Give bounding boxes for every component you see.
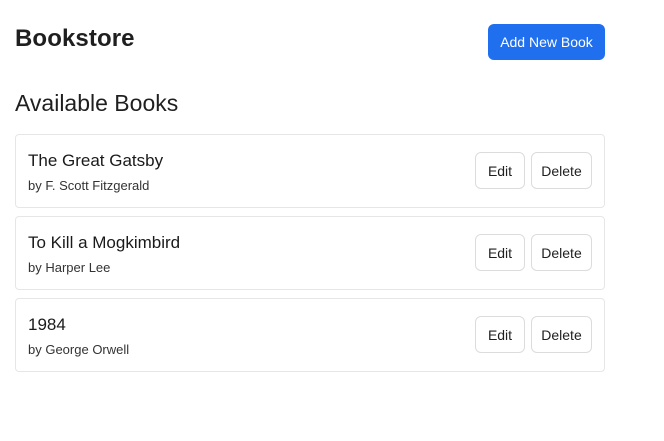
book-list: The Great Gatsby by F. Scott Fitzgerald …: [15, 134, 605, 380]
book-author: by Harper Lee: [28, 260, 111, 275]
book-author: by F. Scott Fitzgerald: [28, 178, 150, 193]
add-new-book-button[interactable]: Add New Book: [488, 24, 605, 60]
book-actions: Edit Delete: [475, 316, 592, 353]
bookstore-page: Bookstore Add New Book Available Books T…: [0, 0, 664, 441]
book-card: The Great Gatsby by F. Scott Fitzgerald …: [15, 134, 605, 208]
delete-button[interactable]: Delete: [531, 152, 592, 189]
book-title: 1984: [28, 315, 66, 334]
edit-button[interactable]: Edit: [475, 152, 525, 189]
book-card: To Kill a Mogkimbird by Harper Lee Edit …: [15, 216, 605, 290]
book-title: The Great Gatsby: [28, 151, 164, 170]
delete-button[interactable]: Delete: [531, 234, 592, 271]
book-actions: Edit Delete: [475, 234, 592, 271]
header: Bookstore Add New Book: [15, 22, 605, 60]
book-author: by George Orwell: [28, 342, 130, 357]
book-actions: Edit Delete: [475, 152, 592, 189]
edit-button[interactable]: Edit: [475, 316, 525, 353]
book-title: To Kill a Mogkimbird: [28, 233, 181, 252]
delete-button[interactable]: Delete: [531, 316, 592, 353]
edit-button[interactable]: Edit: [475, 234, 525, 271]
app-title: Bookstore: [15, 25, 135, 52]
book-card: 1984 by George Orwell Edit Delete: [15, 298, 605, 372]
section-title: Available Books: [15, 90, 179, 116]
